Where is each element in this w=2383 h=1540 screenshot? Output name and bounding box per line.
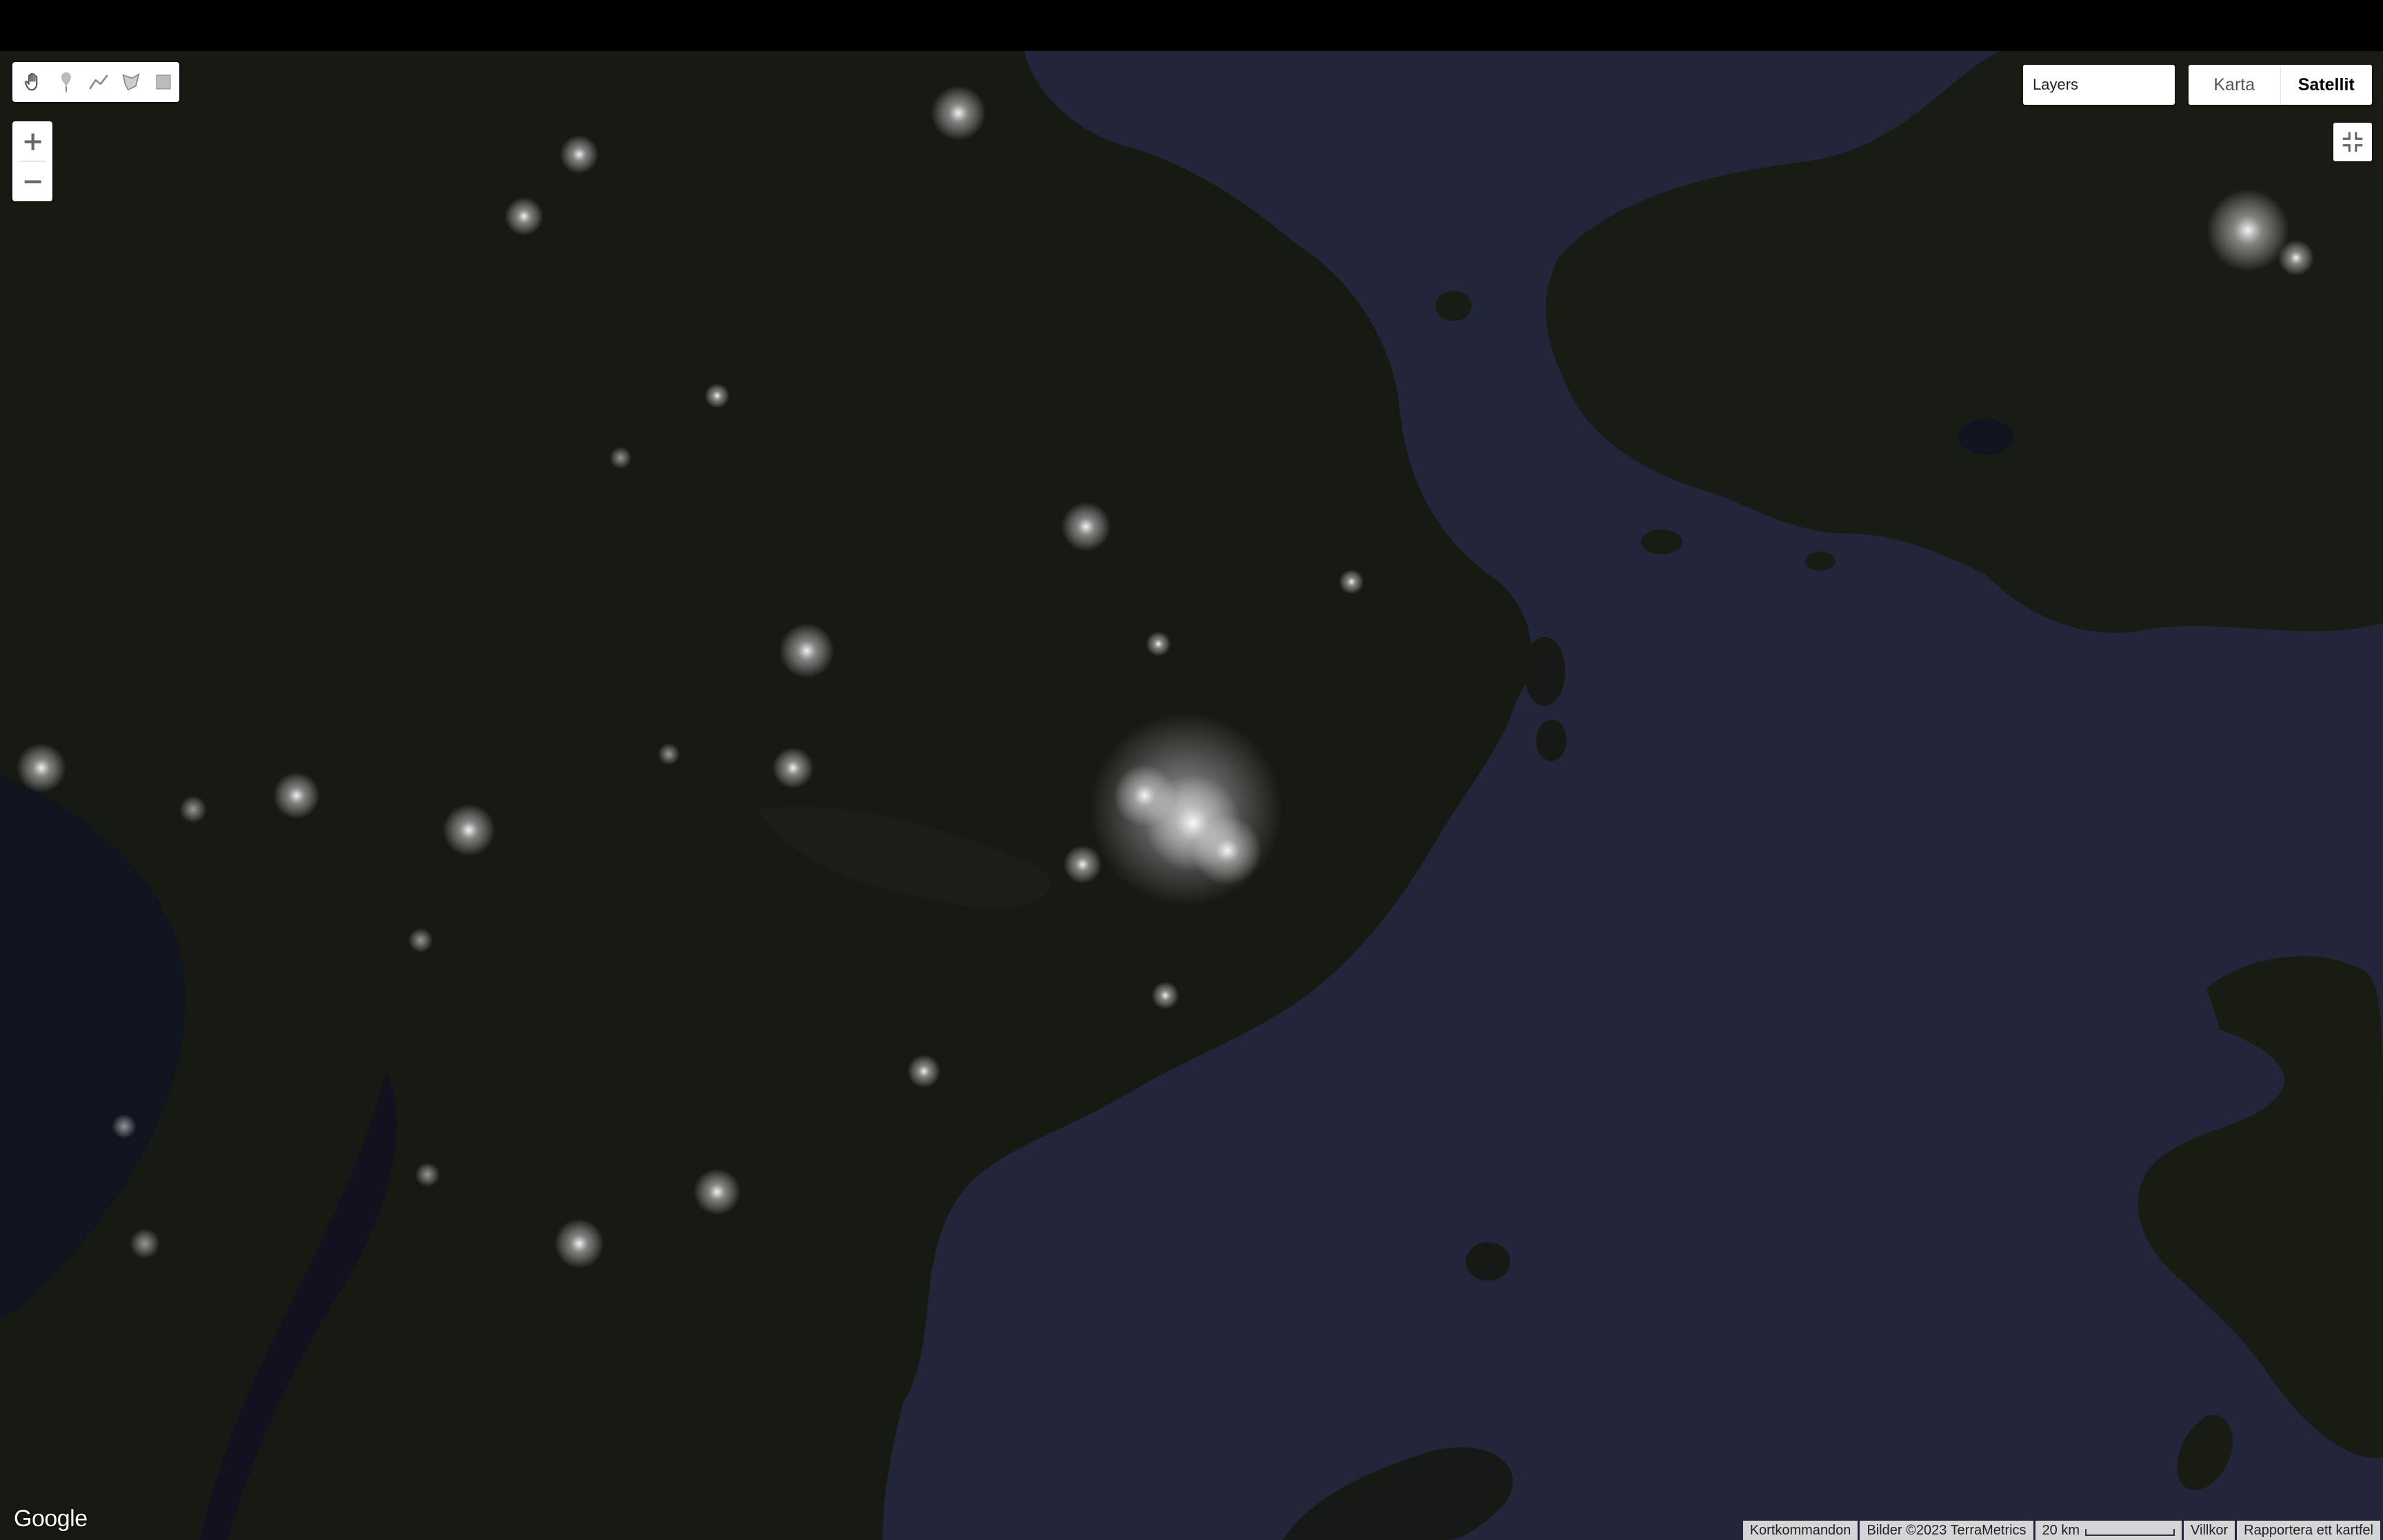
drawing-toolbar <box>12 62 179 102</box>
map-type-karta[interactable]: Karta <box>2189 65 2280 105</box>
report-map-error-link[interactable]: Rapportera ett kartfel <box>2237 1521 2380 1540</box>
exit-fullscreen-icon <box>2342 132 2363 152</box>
polyline-icon <box>89 74 108 90</box>
plus-icon <box>24 133 41 150</box>
zoom-divider <box>19 161 46 162</box>
polygon-tool-button[interactable] <box>114 65 147 99</box>
fullscreen-button[interactable] <box>2333 123 2372 161</box>
scale-indicator[interactable]: 20 km <box>2035 1521 2182 1540</box>
scale-bar <box>2085 1529 2175 1536</box>
hand-icon <box>25 72 38 91</box>
marker-icon <box>61 72 72 92</box>
window-top-bar <box>0 0 2383 51</box>
rectangle-tool-button[interactable] <box>147 65 179 99</box>
polyline-tool-button[interactable] <box>83 65 115 99</box>
zoom-control <box>12 121 52 201</box>
zoom-in-button[interactable] <box>12 121 52 161</box>
satellite-imagery <box>0 51 2383 1540</box>
rectangle-icon <box>155 74 171 90</box>
zoom-out-button[interactable] <box>12 161 52 201</box>
terms-link[interactable]: Villkor <box>2184 1521 2235 1540</box>
satellite-map[interactable] <box>0 51 2383 1540</box>
attribution-bar: Kortkommandon Bilder ©2023 TerraMetrics … <box>1741 1521 2380 1540</box>
polygon-icon <box>122 72 140 91</box>
scale-label: 20 km <box>2042 1522 2080 1538</box>
minus-icon <box>24 180 41 183</box>
map-type-satellit[interactable]: Satellit <box>2281 65 2373 105</box>
google-logo: Google <box>14 1506 88 1532</box>
layers-selector[interactable]: Layers <box>2023 65 2175 105</box>
map-type-control: Karta Satellit <box>2189 65 2372 105</box>
marker-tool-button[interactable] <box>50 65 83 99</box>
imagery-credit: Bilder ©2023 TerraMetrics <box>1860 1521 2033 1540</box>
keyboard-shortcuts-link[interactable]: Kortkommandon <box>1742 1521 1858 1540</box>
hand-tool-button[interactable] <box>18 65 50 99</box>
